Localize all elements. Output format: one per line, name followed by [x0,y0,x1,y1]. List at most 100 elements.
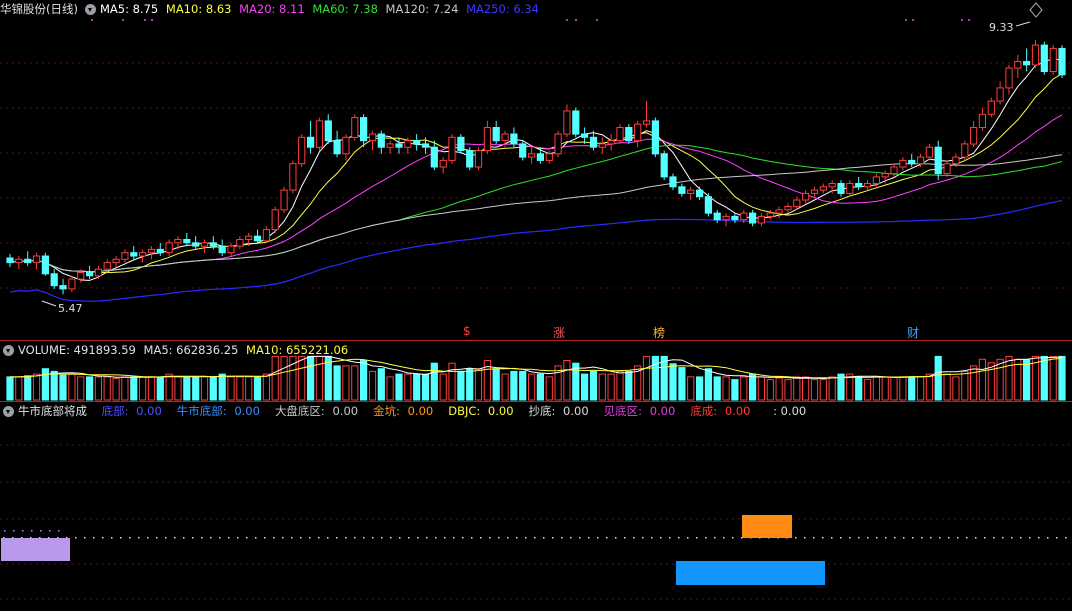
candle-down [492,127,500,142]
volume-bar-down [192,376,200,401]
volume-bar-up [881,376,889,401]
candle-down [1023,61,1031,66]
candle-down [307,136,315,148]
volume-bar-up [563,360,571,401]
candle-up [1049,47,1057,73]
volume-bar-down [519,370,527,401]
volume-bar-down [130,376,138,401]
candle-down [430,146,438,168]
event-marker[interactable]: $ [463,324,471,338]
candle-down [59,285,67,290]
baseline-dot [930,537,932,539]
candle-up [227,245,235,254]
baseline-dot [885,537,887,539]
candle-up [970,127,978,145]
volume-bar-up [528,373,536,401]
volume-bar-down [855,376,863,401]
volume-bar-down [360,360,368,401]
baseline-dot [75,537,77,539]
baseline-dot [957,537,959,539]
candle-down [253,235,262,242]
candle-up [554,133,562,155]
baseline-dot [264,537,266,539]
candle-down [333,140,341,155]
candle-up [280,189,288,211]
volume-bar-up [94,376,103,401]
candle-down [41,255,49,275]
volume-bar-up [1049,355,1057,401]
volume-bar-down [908,376,916,401]
candle-up [448,136,456,161]
indicator-panel: 牛市底部将成 底部: 0.00 牛市底部: 0.00 大盘底区: 0.00 金坑: 0… [0,402,1072,611]
baseline-dot [93,537,95,539]
candle-down [908,159,916,165]
baseline-dot [723,537,725,539]
volume-bar-down [395,373,403,401]
candle-down [395,143,403,148]
volume-bar-up [598,373,606,401]
baseline-dot [966,537,968,539]
baseline-dot [417,537,419,539]
candle-down [934,146,942,175]
volume-bar-up [917,376,925,401]
volume-bar-up [227,376,235,401]
candle-down [156,248,164,254]
candle-down [589,136,598,148]
volume-bar-up [819,379,827,401]
signal-dot [49,530,51,532]
candle-up [404,140,412,148]
baseline-dot [669,537,671,539]
baseline-dot [381,537,383,539]
golden-pit-block [742,515,792,538]
event-marker[interactable]: 财 [907,324,919,341]
baseline-dot [219,537,221,539]
volume-bar-up [501,373,509,401]
baseline-dot [426,537,428,539]
volume-bar-down [731,379,739,401]
volume-bar-down [536,373,544,401]
volume-bar-down [253,376,262,401]
baseline-dot [561,537,563,539]
baseline-dot [615,537,617,539]
volume-bar-down [6,376,14,401]
volume-bar-up [793,376,801,401]
baseline-dot [336,537,338,539]
candle-up [15,258,23,264]
candle-up [634,123,642,142]
volume-bar-up [448,362,456,401]
volume-bar-up [280,355,288,401]
volume-bar-up [766,379,774,401]
candle-up [819,186,827,191]
baseline-dot [867,537,869,539]
baseline-dot [192,537,194,539]
candle-down [1040,44,1048,72]
baseline-dot [156,537,158,539]
candle-up [598,143,606,148]
price-panel: 华锦股份(日线) MA5: 8.75 MA10: 8.63 MA20: 8.11 … [0,0,1072,340]
info-diamond [1029,2,1043,18]
volume-bar-down [156,376,164,401]
volume-bar-down [59,374,67,401]
candle-down [669,176,677,188]
event-marker[interactable]: 涨 [553,324,565,341]
baseline-dot [597,537,599,539]
baseline-dot [624,537,626,539]
baseline-dot [84,537,86,539]
candle-up [810,189,819,194]
baseline-dot [462,537,464,539]
baseline-dot [1047,537,1049,539]
candle-down [704,196,712,214]
baseline-dot [354,537,356,539]
baseline-dot [858,537,860,539]
candle-up [315,120,323,148]
high-pointer [1015,21,1031,27]
baseline-dot [849,537,851,539]
volume-bar-up [386,376,394,401]
event-marker[interactable]: 榜 [653,324,665,341]
candle-up [298,136,306,165]
baseline-dot [435,537,437,539]
volume-bar-up [970,365,978,401]
baseline-dot [111,537,113,539]
baseline-dot [1056,537,1058,539]
baseline-dot [606,537,608,539]
